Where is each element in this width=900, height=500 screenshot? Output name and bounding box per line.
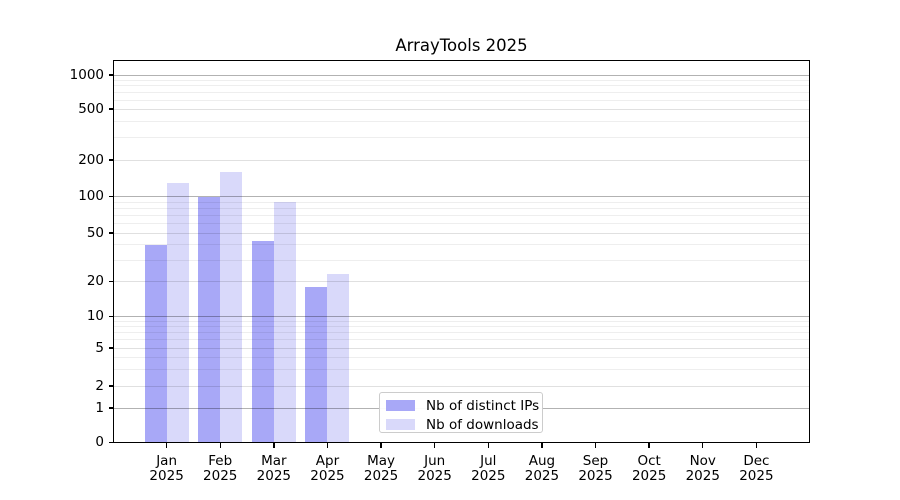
x-tick-mark-jan (165, 443, 168, 448)
bar-distinct-ips-mar (251, 240, 274, 443)
bar-distinct-ips-jan (144, 244, 167, 443)
minor-gridline-7 (113, 332, 810, 334)
x-tick-mark-sep (594, 443, 597, 448)
bar-downloads-apr (327, 274, 350, 443)
minor-gridline-9 (113, 320, 810, 322)
legend-label-distinct-ips: Nb of distinct IPs (426, 397, 540, 414)
minor-gridline-80 (113, 207, 810, 209)
minor-gridline-30 (113, 259, 810, 261)
gridline-5 (113, 347, 810, 349)
gridline-200 (113, 159, 810, 161)
minor-gridline-3 (113, 368, 810, 370)
x-tick-mark-may (380, 443, 382, 448)
x-tick-mark-feb (219, 443, 221, 448)
y-tick-label-20: 20 (86, 273, 104, 289)
y-tick-label-100: 100 (78, 188, 104, 205)
y-tick-label-0: 0 (95, 434, 104, 450)
x-tick-label-dec: Dec 2025 (724, 453, 788, 485)
bar-distinct-ips-apr (305, 286, 328, 443)
y-tick-label-2: 2 (95, 377, 104, 394)
y-tick-label-50: 50 (86, 224, 104, 241)
minor-gridline-400 (113, 120, 810, 122)
minor-gridline-60 (113, 222, 810, 224)
legend: Nb of distinct IPs Nb of downloads (379, 392, 543, 433)
y-tick-mark-0 (108, 441, 113, 444)
x-tick-mark-aug (541, 443, 543, 448)
minor-gridline-300 (113, 136, 810, 138)
minor-gridline-600 (113, 99, 810, 101)
minor-gridline-800 (113, 85, 810, 87)
gridline-100 (113, 196, 810, 198)
legend-swatch-downloads (386, 419, 415, 430)
minor-gridline-70 (113, 214, 810, 216)
minor-gridline-4 (113, 356, 810, 358)
minor-gridline-90 (113, 201, 810, 203)
y-tick-label-500: 500 (78, 100, 104, 117)
chart-title: ArrayTools 2025 (395, 36, 528, 55)
y-tick-label-5: 5 (95, 339, 104, 356)
gridline-2 (113, 385, 810, 387)
gridline-20 (113, 281, 810, 282)
legend-item-distinct-ips: Nb of distinct IPs (386, 397, 539, 414)
chart-figure: ArrayTools 2025 Nb of distinct IPs Nb of… (0, 0, 900, 500)
bar-downloads-jan (166, 182, 189, 443)
minor-gridline-6 (113, 339, 810, 341)
legend-item-downloads: Nb of downloads (386, 416, 539, 433)
legend-swatch-distinct-ips (386, 400, 415, 411)
y-tick-label-1000: 1000 (69, 66, 104, 83)
y-tick-label-10: 10 (86, 307, 104, 324)
minor-gridline-40 (113, 244, 810, 246)
x-tick-mark-jul (487, 443, 489, 448)
bar-downloads-feb (220, 171, 243, 443)
legend-label-downloads: Nb of downloads (426, 416, 539, 433)
x-tick-mark-dec (755, 443, 758, 448)
minor-gridline-8 (113, 326, 810, 327)
minor-gridline-900 (113, 79, 810, 81)
y-tick-label-200: 200 (78, 151, 104, 168)
plot-area (113, 60, 810, 444)
y-tick-label-1: 1 (95, 399, 104, 416)
x-tick-mark-nov (702, 443, 704, 448)
gridline-1000 (113, 74, 810, 76)
minor-gridline-700 (113, 91, 810, 93)
x-tick-mark-mar (273, 443, 275, 448)
gridline-10 (113, 315, 810, 317)
x-tick-year-dec: 2025 (739, 468, 774, 484)
gridline-50 (113, 232, 810, 234)
x-tick-mark-apr (326, 443, 329, 448)
x-tick-mark-jun (433, 443, 436, 448)
x-tick-mark-oct (648, 443, 650, 448)
gridline-500 (113, 108, 810, 110)
